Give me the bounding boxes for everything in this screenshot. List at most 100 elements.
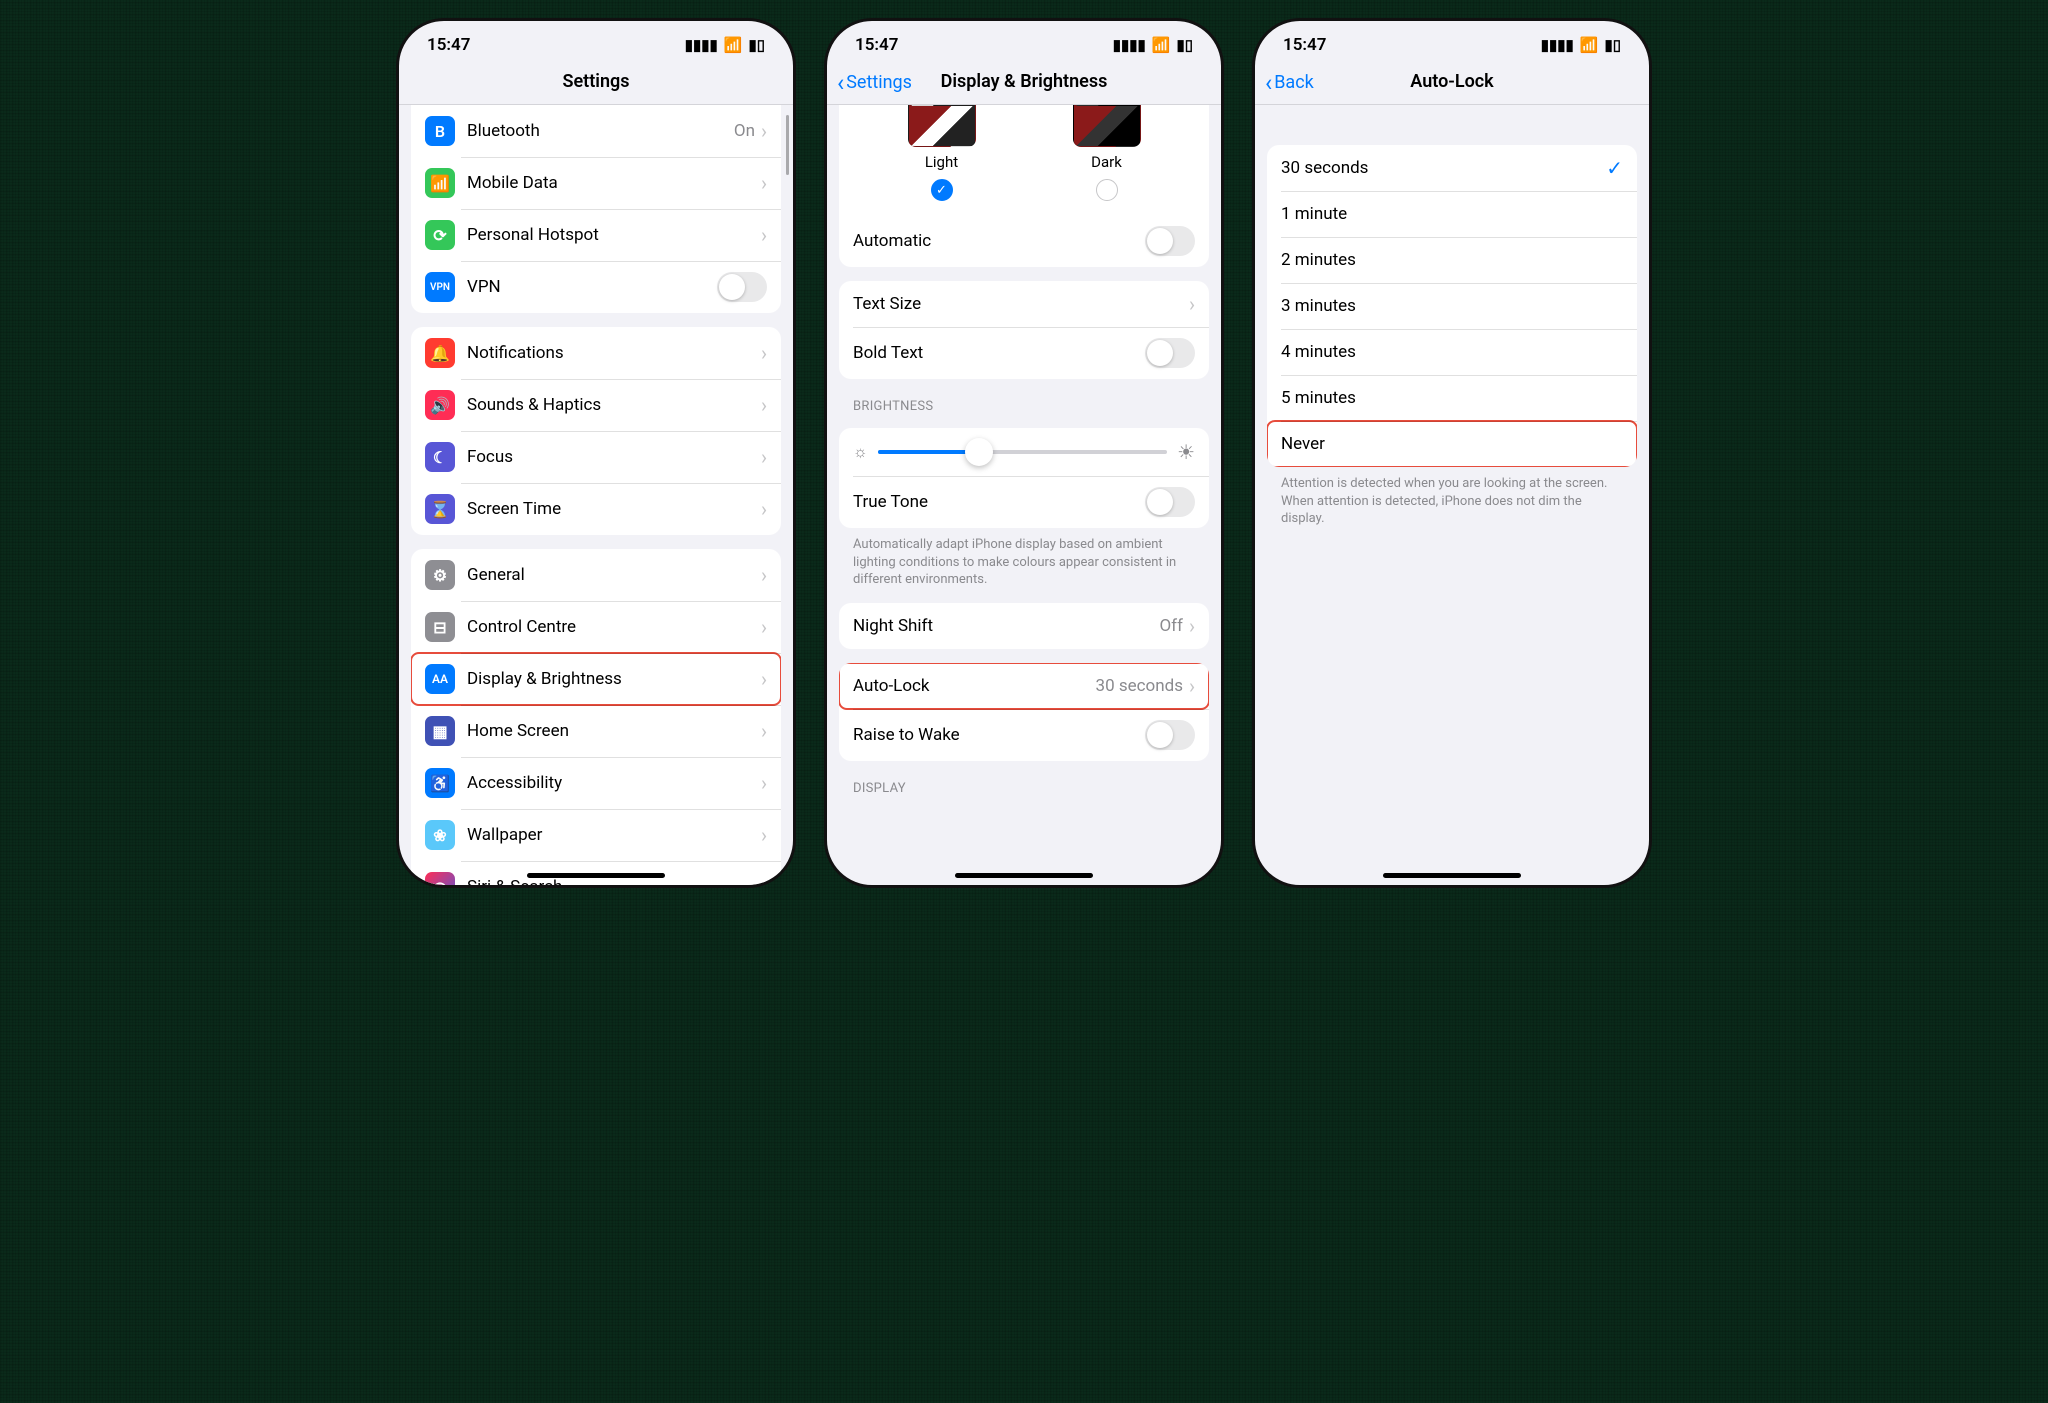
chevron-right-icon: › (761, 341, 767, 365)
appearance-light[interactable]: Light ✓ (908, 105, 976, 201)
row-label: Raise to Wake (853, 725, 1145, 745)
bluetooth-icon: B (425, 116, 455, 146)
battery-icon: ▮▯ (1176, 36, 1193, 54)
home-indicator[interactable] (1383, 873, 1521, 878)
battery-icon: ▮▯ (748, 36, 765, 54)
signal-icon: ▮▮▮▮ (1113, 36, 1146, 54)
row-true-tone[interactable]: True Tone (839, 476, 1209, 528)
battery-icon: ▮▯ (1604, 36, 1621, 54)
row-label: Mobile Data (467, 173, 761, 193)
chevron-right-icon: › (761, 823, 767, 847)
row-notifications[interactable]: 🔔 Notifications › (411, 327, 781, 379)
row-automatic[interactable]: Automatic (839, 215, 1209, 267)
option-label: 2 minutes (1281, 250, 1623, 270)
signal-icon: ▮▮▮▮ (1541, 36, 1574, 54)
option-label: 3 minutes (1281, 296, 1623, 316)
option-1-minute[interactable]: 1 minute (1267, 191, 1637, 237)
chevron-right-icon: › (1189, 674, 1195, 698)
bold-text-switch[interactable] (1145, 338, 1195, 368)
phone-settings: 15:47 ▮▮▮▮ 📶 ▮▯ Settings B Bluetooth On … (396, 18, 796, 888)
row-screen-time[interactable]: ⌛ Screen Time › (411, 483, 781, 535)
back-button[interactable]: ‹ Back (1265, 71, 1314, 95)
option-label: 4 minutes (1281, 342, 1623, 362)
chevron-right-icon: › (761, 771, 767, 795)
option-2-minutes[interactable]: 2 minutes (1267, 237, 1637, 283)
option-3-minutes[interactable]: 3 minutes (1267, 283, 1637, 329)
row-bluetooth[interactable]: B Bluetooth On › (411, 105, 781, 157)
signal-icon: ▮▮▮▮ (685, 36, 718, 54)
wifi-icon: 📶 (724, 36, 743, 54)
option-5-minutes[interactable]: 5 minutes (1267, 375, 1637, 421)
appearance-dark[interactable]: Dark (1073, 105, 1141, 201)
row-bold-text[interactable]: Bold Text (839, 327, 1209, 379)
chevron-right-icon: › (761, 171, 767, 195)
row-personal-hotspot[interactable]: ⟳ Personal Hotspot › (411, 209, 781, 261)
row-label: Automatic (853, 231, 1145, 251)
row-label: Text Size (853, 294, 1189, 314)
home-indicator[interactable] (527, 873, 665, 878)
row-label: Personal Hotspot (467, 225, 761, 245)
status-bar: 15:47 ▮▮▮▮ 📶 ▮▯ (827, 21, 1221, 61)
row-label: True Tone (853, 492, 1145, 512)
row-label: Screen Time (467, 499, 761, 519)
scroll-area[interactable]: 30 seconds ✓ 1 minute 2 minutes 3 minute… (1255, 105, 1649, 885)
row-sounds-haptics[interactable]: 🔊 Sounds & Haptics › (411, 379, 781, 431)
row-vpn[interactable]: VPN VPN (411, 261, 781, 313)
status-bar: 15:47 ▮▮▮▮ 📶 ▮▯ (1255, 21, 1649, 61)
row-label: Control Centre (467, 617, 761, 637)
row-text-size[interactable]: Text Size › (839, 281, 1209, 327)
row-raise-to-wake[interactable]: Raise to Wake (839, 709, 1209, 761)
home-indicator[interactable] (955, 873, 1093, 878)
brightness-slider[interactable] (878, 450, 1167, 454)
display-header: DISPLAY (853, 781, 1195, 796)
row-label: Wallpaper (467, 825, 761, 845)
option-4-minutes[interactable]: 4 minutes (1267, 329, 1637, 375)
row-label: Notifications (467, 343, 761, 363)
row-display-brightness[interactable]: AA Display & Brightness › (411, 653, 781, 705)
display-brightness-icon: AA (425, 664, 455, 694)
row-home-screen[interactable]: ▦ Home Screen › (411, 705, 781, 757)
chevron-right-icon: › (761, 445, 767, 469)
scroll-area[interactable]: Light ✓ Dark Automatic Text Size › Bo (827, 105, 1221, 885)
option-never[interactable]: Never (1267, 421, 1637, 467)
control-centre-icon: ⊟ (425, 612, 455, 642)
row-control-centre[interactable]: ⊟ Control Centre › (411, 601, 781, 653)
wifi-icon: 📶 (1580, 36, 1599, 54)
home-screen-icon: ▦ (425, 716, 455, 746)
dark-radio[interactable] (1096, 179, 1118, 201)
row-mobile-data[interactable]: 📶 Mobile Data › (411, 157, 781, 209)
row-night-shift[interactable]: Night Shift Off › (839, 603, 1209, 649)
row-auto-lock[interactable]: Auto-Lock 30 seconds › (839, 663, 1209, 709)
row-label: Display & Brightness (467, 669, 761, 689)
raise-to-wake-switch[interactable] (1145, 720, 1195, 750)
row-label: Bluetooth (467, 121, 734, 141)
navbar: Settings (399, 61, 793, 105)
scroll-area[interactable]: B Bluetooth On › 📶 Mobile Data › ⟳ Perso… (399, 105, 793, 885)
focus-icon: ☾ (425, 442, 455, 472)
row-value: Off (1159, 616, 1183, 636)
wallpaper-icon: ❀ (425, 820, 455, 850)
navbar: ‹ Settings Display & Brightness (827, 61, 1221, 105)
row-focus[interactable]: ☾ Focus › (411, 431, 781, 483)
check-icon: ✓ (1606, 156, 1623, 180)
light-radio[interactable]: ✓ (931, 179, 953, 201)
option-label: Never (1281, 434, 1623, 454)
row-accessibility[interactable]: ♿ Accessibility › (411, 757, 781, 809)
row-general[interactable]: ⚙ General › (411, 549, 781, 601)
row-wallpaper[interactable]: ❀ Wallpaper › (411, 809, 781, 861)
scrollbar[interactable] (786, 115, 789, 175)
true-tone-switch[interactable] (1145, 487, 1195, 517)
light-thumbnail (908, 105, 976, 147)
sounds-icon: 🔊 (425, 390, 455, 420)
back-button[interactable]: ‹ Settings (837, 71, 912, 95)
hotspot-icon: ⟳ (425, 220, 455, 250)
dark-thumbnail (1073, 105, 1141, 147)
option-30-seconds[interactable]: 30 seconds ✓ (1267, 145, 1637, 191)
wifi-icon: 📶 (1152, 36, 1171, 54)
dark-label: Dark (1073, 153, 1141, 171)
page-title: Auto-Lock (1410, 71, 1493, 92)
back-label: Settings (846, 72, 912, 93)
automatic-switch[interactable] (1145, 226, 1195, 256)
screen-time-icon: ⌛ (425, 494, 455, 524)
vpn-switch[interactable] (717, 272, 767, 302)
